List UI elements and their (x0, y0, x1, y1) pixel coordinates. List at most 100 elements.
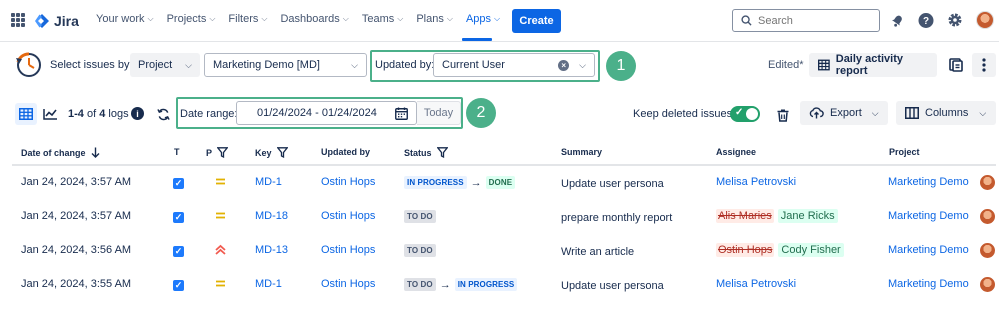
app-switcher-icon[interactable] (11, 13, 25, 27)
filter-icon[interactable] (217, 147, 229, 158)
column-header-type[interactable]: T (174, 147, 180, 157)
active-nav-indicator (462, 38, 492, 41)
status-from-lozenge: IN PROGRESS (404, 176, 467, 189)
updated-by-link[interactable]: Ostin Hops (321, 278, 375, 290)
project-dropdown[interactable]: Marketing Demo [MD] ⌵ (204, 53, 367, 77)
table-row[interactable]: Jan 24, 2024, 3:57 AM ✓ MD-1 Ostin Hops … (12, 168, 996, 202)
table-view-icon[interactable] (15, 103, 37, 125)
trash-icon[interactable] (772, 104, 794, 126)
today-button[interactable]: Today (417, 101, 461, 125)
date-cell: Jan 24, 2024, 3:57 AM (21, 210, 132, 222)
search-icon (741, 15, 752, 26)
column-header-date[interactable]: Date of change (21, 147, 100, 158)
nav-filters[interactable]: Filters ⌵ (228, 13, 267, 25)
assignee-new: Jane Ricks (777, 209, 838, 223)
info-icon[interactable]: i (131, 107, 144, 120)
sort-descending-icon[interactable] (91, 147, 100, 158)
updated-by-link[interactable]: Ostin Hops (321, 210, 375, 222)
svg-text:?: ? (923, 16, 929, 27)
chevron-down-icon: ⌵ (397, 14, 404, 23)
chart-view-icon[interactable] (39, 103, 61, 125)
updated-by-label: Updated by: (375, 59, 435, 71)
notifications-bell-icon[interactable] (889, 12, 905, 28)
export-button[interactable]: Export ⌵ (800, 101, 888, 125)
project-link[interactable]: Marketing Demo (888, 244, 969, 256)
jira-logo[interactable]: Jira (34, 11, 79, 31)
search-input[interactable] (758, 14, 868, 27)
create-button[interactable]: Create (512, 9, 561, 33)
edited-indicator: Edited* (768, 59, 804, 71)
export-document-icon[interactable] (944, 53, 968, 77)
updated-by-link[interactable]: Ostin Hops (321, 244, 375, 256)
nav-label: Projects (166, 13, 207, 25)
status-to-lozenge: IN PROGRESS (454, 278, 518, 291)
filter-icon[interactable] (436, 147, 448, 158)
assignee-link[interactable]: Melisa Petrovski (716, 176, 796, 188)
task-type-icon: ✓ (173, 212, 184, 223)
project-link[interactable]: Marketing Demo (888, 176, 969, 188)
history-clock-icon (14, 48, 44, 85)
filter-icon[interactable] (276, 147, 288, 158)
daily-activity-report-button[interactable]: Daily activity report (809, 53, 937, 77)
jira-logo-icon (35, 14, 49, 28)
help-icon[interactable]: ? (918, 12, 934, 28)
column-header-status[interactable]: Status (404, 147, 448, 158)
chevron-down-icon: ⌵ (871, 107, 879, 118)
summary-cell: Write an article (561, 246, 635, 258)
column-header-summary[interactable]: Summary (561, 147, 602, 157)
nav-dashboards[interactable]: Dashboards ⌵ (280, 13, 348, 25)
project-link[interactable]: Marketing Demo (888, 210, 969, 222)
search-field[interactable] (732, 9, 880, 32)
updated-by-link[interactable]: Ostin Hops (321, 176, 375, 188)
chevron-down-icon: ⌵ (446, 14, 453, 23)
column-header-project[interactable]: Project (889, 147, 920, 157)
column-header-key[interactable]: Key (255, 147, 288, 158)
issue-key-link[interactable]: MD-13 (255, 244, 288, 256)
nav-plans[interactable]: Plans ⌵ (416, 13, 453, 25)
table-row[interactable]: Jan 24, 2024, 3:56 AM ✓ MD-13 Ostin Hops… (12, 236, 996, 270)
calendar-icon[interactable] (395, 107, 408, 123)
chevron-down-icon: ⌵ (979, 107, 987, 118)
nav-apps[interactable]: Apps ⌵ (466, 13, 500, 25)
summary-cell: prepare monthly report (561, 212, 673, 224)
column-header-priority[interactable]: P (206, 147, 229, 158)
table-row[interactable]: Jan 24, 2024, 3:55 AM ✓ MD-1 Ostin Hops … (12, 270, 996, 304)
status-to-lozenge: DONE (485, 176, 516, 189)
nav-your-work[interactable]: Your work ⌵ (96, 13, 154, 25)
column-header-updated-by[interactable]: Updated by (321, 147, 370, 157)
assignee-old: Ostin Hops (716, 243, 775, 257)
cloud-upload-icon (809, 107, 824, 119)
chevron-down-icon: ⌵ (494, 14, 501, 23)
columns-button[interactable]: Columns ⌵ (896, 101, 996, 125)
updated-by-dropdown[interactable]: Current User × ⌵ (433, 53, 595, 77)
column-header-assignee[interactable]: Assignee (716, 147, 756, 157)
issue-key-link[interactable]: MD-18 (255, 210, 288, 222)
nav-teams[interactable]: Teams ⌵ (362, 13, 403, 25)
issue-key-link[interactable]: MD-1 (255, 278, 282, 290)
clear-selection-icon[interactable]: × (558, 59, 570, 71)
chevron-down-icon[interactable]: ⌵ (579, 60, 586, 71)
chevron-down-icon: ⌵ (351, 59, 358, 70)
assignee-link[interactable]: Melisa Petrovski (716, 278, 796, 290)
keep-deleted-toggle[interactable]: ✓ (730, 106, 760, 122)
select-by-dropdown[interactable]: Project ⌵ (130, 53, 200, 77)
issue-key-link[interactable]: MD-1 (255, 176, 282, 188)
nav-projects[interactable]: Projects ⌵ (167, 13, 216, 25)
task-type-icon: ✓ (173, 280, 184, 291)
date-range-input[interactable]: 01/24/2024 - 01/24/2024 (236, 101, 417, 125)
more-options-icon[interactable] (972, 53, 996, 77)
top-navigation: Jira Your work ⌵ Projects ⌵ Filters ⌵ Dashb… (0, 0, 999, 42)
status-lozenge: TO DO (404, 210, 436, 223)
columns-label: Columns (925, 107, 969, 119)
user-avatar[interactable] (976, 11, 994, 29)
log-count: 1-4 of 4 logs (68, 108, 129, 120)
status-from-lozenge: TO DO (404, 278, 436, 291)
priority-medium-icon (215, 279, 226, 291)
refresh-icon[interactable] (152, 103, 174, 125)
date-cell: Jan 24, 2024, 3:55 AM (21, 278, 132, 290)
settings-gear-icon[interactable] (947, 12, 963, 28)
table-row[interactable]: Jan 24, 2024, 3:57 AM ✓ MD-18 Ostin Hops… (12, 202, 996, 236)
toggle-knob (746, 108, 758, 120)
project-link[interactable]: Marketing Demo (888, 278, 969, 290)
assignee-new: Cody Fisher (778, 243, 844, 257)
